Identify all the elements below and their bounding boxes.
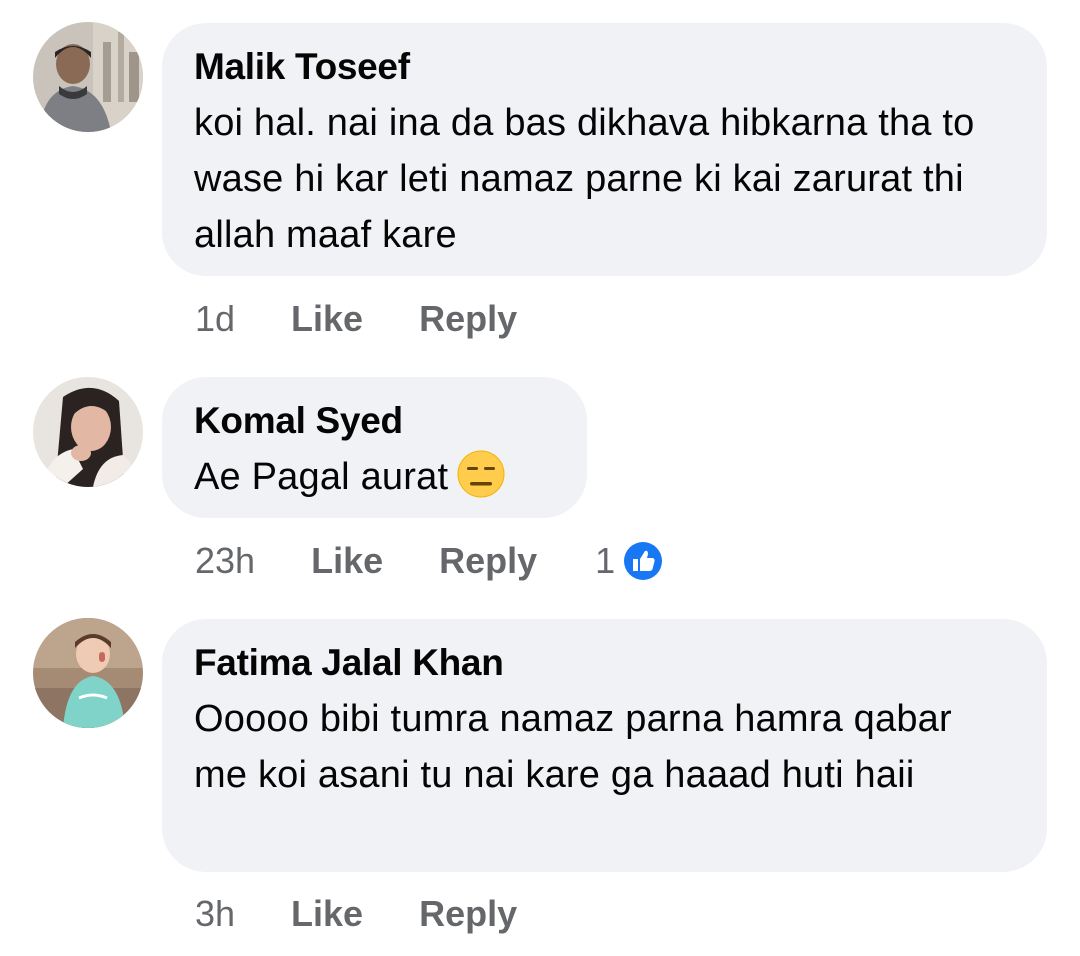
like-button[interactable]: Like — [291, 298, 363, 340]
comment-author[interactable]: Malik Toseef — [194, 45, 1015, 89]
avatar[interactable] — [33, 22, 143, 132]
comment-text: koi hal. nai ina da bas dikhava hibkarna… — [194, 102, 975, 256]
comment-bubble: Fatima Jalal Khan Ooooo bibi tumra namaz… — [162, 619, 1047, 872]
reply-button[interactable]: Reply — [419, 893, 517, 935]
comment-text: Ooooo bibi tumra namaz parna hamra qabar… — [194, 698, 952, 796]
comment-timestamp[interactable]: 23h — [195, 540, 255, 582]
comment-actions: 23h Like Reply 1 — [195, 539, 665, 583]
like-reaction-icon — [621, 539, 665, 583]
comment-author[interactable]: Fatima Jalal Khan — [194, 641, 1015, 685]
avatar-image — [33, 22, 143, 132]
comment-actions: 1d Like Reply — [195, 297, 517, 341]
reply-button[interactable]: Reply — [419, 298, 517, 340]
comment-text: Ae Pagal aurat — [194, 449, 555, 505]
comment-author[interactable]: Komal Syed — [194, 399, 555, 443]
comment-text-content: Ae Pagal aurat — [194, 456, 449, 498]
avatar-image — [33, 377, 143, 487]
comment-bubble: Komal Syed Ae Pagal aurat — [162, 377, 587, 518]
comment-bubble: Malik Toseef koi hal. nai ina da bas dik… — [162, 23, 1047, 276]
avatar[interactable] — [33, 377, 143, 487]
avatar-image — [33, 618, 143, 728]
comment-timestamp[interactable]: 1d — [195, 298, 235, 340]
like-button[interactable]: Like — [311, 540, 383, 582]
reply-button[interactable]: Reply — [439, 540, 537, 582]
comment-timestamp[interactable]: 3h — [195, 893, 235, 935]
reaction-summary[interactable]: 1 — [595, 539, 665, 583]
expressionless-face-icon — [456, 449, 506, 499]
avatar[interactable] — [33, 618, 143, 728]
reaction-count: 1 — [595, 540, 616, 581]
comment-actions: 3h Like Reply — [195, 892, 517, 936]
like-button[interactable]: Like — [291, 893, 363, 935]
